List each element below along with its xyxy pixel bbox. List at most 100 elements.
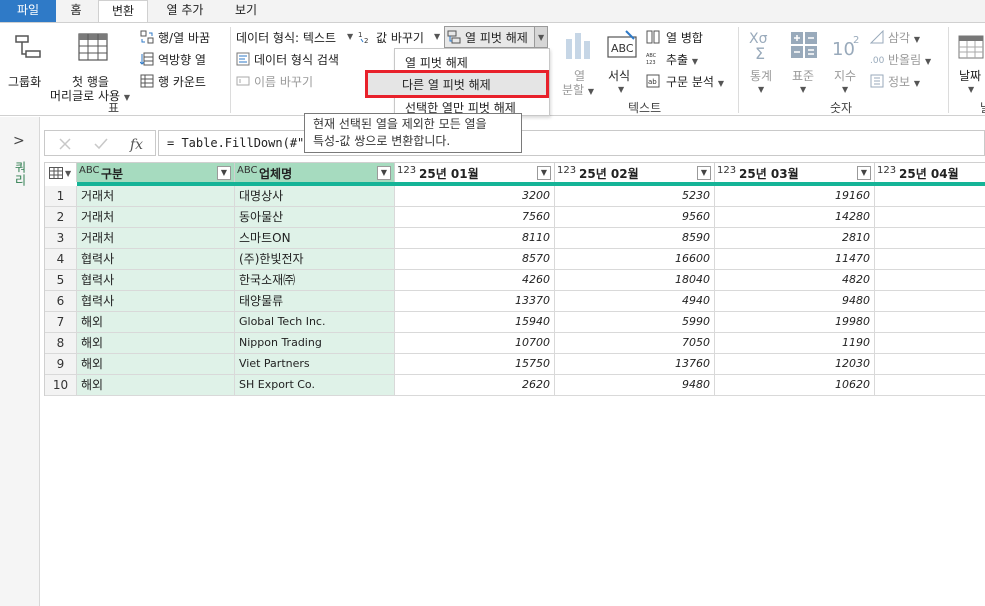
row-number[interactable]: 8 <box>45 333 77 354</box>
table-row[interactable]: 3 거래처 스마트ON 8110 8590 2810 <box>45 228 985 249</box>
cell-month-04[interactable] <box>875 291 985 312</box>
cell-company[interactable]: 대명상사 <box>235 186 395 207</box>
row-number[interactable]: 1 <box>45 186 77 207</box>
cell-month-01[interactable]: 15940 <box>395 312 555 333</box>
tab-transform[interactable]: 변환 <box>98 0 148 23</box>
detect-data-type-button[interactable]: 데이터 형식 검색 <box>236 51 358 69</box>
column-header-month-03[interactable]: 123 25년 03월 ▼ <box>715 162 875 182</box>
cell-month-01[interactable]: 7560 <box>395 207 555 228</box>
tab-file[interactable]: 파일 <box>0 0 56 22</box>
cell-company[interactable]: SH Export Co. <box>235 375 395 396</box>
cell-month-03[interactable]: 11470 <box>715 249 875 270</box>
table-row[interactable]: 10 해외 SH Export Co. 2620 9480 10620 <box>45 375 985 396</box>
cell-category[interactable]: 해외 <box>77 375 235 396</box>
cell-month-01[interactable]: 15750 <box>395 354 555 375</box>
commit-icon[interactable] <box>93 136 109 152</box>
group-by-button[interactable]: 그룹화 <box>4 31 50 89</box>
scientific-button[interactable]: 10 2 지수 ▼ <box>826 29 866 95</box>
row-number[interactable]: 6 <box>45 291 77 312</box>
cell-month-04[interactable] <box>875 354 985 375</box>
cell-month-01[interactable]: 13370 <box>395 291 555 312</box>
rename-button[interactable]: 이름 바꾸기 <box>236 73 326 91</box>
merge-columns-button[interactable]: 열 병합 <box>646 29 726 47</box>
reverse-rows-button[interactable]: 역방향 열 <box>140 51 228 69</box>
cell-company[interactable]: 태양물류 <box>235 291 395 312</box>
table-row[interactable]: 1 거래처 대명상사 3200 5230 19160 <box>45 186 985 207</box>
tab-view[interactable]: 보기 <box>226 0 266 22</box>
row-number[interactable]: 3 <box>45 228 77 249</box>
table-row[interactable]: 2 거래처 동아물산 7560 9560 14280 <box>45 207 985 228</box>
extract-button[interactable]: ABC 123 추출 ▼ <box>646 51 726 69</box>
cell-category[interactable]: 거래처 <box>77 228 235 249</box>
cell-month-01[interactable]: 3200 <box>395 186 555 207</box>
row-number[interactable]: 7 <box>45 312 77 333</box>
cell-month-01[interactable]: 4260 <box>395 270 555 291</box>
cell-month-01[interactable]: 10700 <box>395 333 555 354</box>
replace-values-button[interactable]: 12 값 바꾸기 ▼ <box>358 29 444 47</box>
cell-month-03[interactable]: 4820 <box>715 270 875 291</box>
table-row[interactable]: 6 협력사 태양물류 13370 4940 9480 <box>45 291 985 312</box>
table-menu-corner[interactable]: ▼ <box>45 162 77 182</box>
function-icon[interactable]: fx <box>129 135 147 153</box>
column-header-month-01[interactable]: 123 25년 01월 ▼ <box>395 162 555 182</box>
use-first-row-headers-button[interactable]: 첫 행을 머리글로 사용 ▼ <box>50 31 136 103</box>
formula-input[interactable]: = Table.FillDown(#"변 <box>158 130 985 156</box>
cell-company[interactable]: 동아물산 <box>235 207 395 228</box>
cell-category[interactable]: 해외 <box>77 354 235 375</box>
cell-month-02[interactable]: 7050 <box>555 333 715 354</box>
column-filter-button[interactable]: ▼ <box>857 166 871 180</box>
cell-category[interactable]: 해외 <box>77 333 235 354</box>
cell-month-04[interactable] <box>875 333 985 354</box>
column-header-month-04[interactable]: 123 25년 04월 <box>875 162 985 182</box>
cell-month-04[interactable] <box>875 375 985 396</box>
statistics-button[interactable]: Xσ Σ 통계 ▼ <box>742 29 782 95</box>
cell-company[interactable]: 스마트ON <box>235 228 395 249</box>
column-header-category[interactable]: ABC 구분 ▼ <box>77 162 235 182</box>
column-header-month-02[interactable]: 123 25년 02월 ▼ <box>555 162 715 182</box>
tab-home[interactable]: 홈 <box>58 0 94 22</box>
cell-month-03[interactable]: 2810 <box>715 228 875 249</box>
column-filter-button[interactable]: ▼ <box>217 166 231 180</box>
table-row[interactable]: 8 해외 Nippon Trading 10700 7050 1190 <box>45 333 985 354</box>
cell-category[interactable]: 협력사 <box>77 249 235 270</box>
cell-company[interactable]: 한국소재㈜ <box>235 270 395 291</box>
table-row[interactable]: 4 협력사 (주)한빛전자 8570 16600 11470 <box>45 249 985 270</box>
column-header-company[interactable]: ABC 업체명 ▼ <box>235 162 395 182</box>
cell-month-02[interactable]: 5230 <box>555 186 715 207</box>
cell-category[interactable]: 협력사 <box>77 270 235 291</box>
chevron-right-icon[interactable]: > <box>13 133 25 149</box>
cell-month-03[interactable]: 9480 <box>715 291 875 312</box>
table-row[interactable]: 7 해외 Global Tech Inc. 15940 5990 19980 <box>45 312 985 333</box>
cell-company[interactable]: Nippon Trading <box>235 333 395 354</box>
cell-month-02[interactable]: 9560 <box>555 207 715 228</box>
menu-item-unpivot-columns[interactable]: 열 피벗 해제 <box>405 54 468 71</box>
cell-company[interactable]: (주)한빛전자 <box>235 249 395 270</box>
cell-month-04[interactable] <box>875 186 985 207</box>
transpose-button[interactable]: 행/열 바꿈 <box>140 29 228 47</box>
cell-month-03[interactable]: 12030 <box>715 354 875 375</box>
cell-month-02[interactable]: 5990 <box>555 312 715 333</box>
cell-month-04[interactable] <box>875 249 985 270</box>
cell-category[interactable]: 협력사 <box>77 291 235 312</box>
cell-category[interactable]: 해외 <box>77 312 235 333</box>
cell-category[interactable]: 거래처 <box>77 207 235 228</box>
cell-company[interactable]: Global Tech Inc. <box>235 312 395 333</box>
standard-button[interactable]: 표준 ▼ <box>784 29 824 95</box>
table-row[interactable]: 5 협력사 한국소재㈜ 4260 18040 4820 <box>45 270 985 291</box>
row-number[interactable]: 10 <box>45 375 77 396</box>
cell-month-02[interactable]: 16600 <box>555 249 715 270</box>
queries-pane-label[interactable]: 쿼리 <box>12 161 29 187</box>
column-filter-button[interactable]: ▼ <box>697 166 711 180</box>
tab-add-column[interactable]: 열 추가 <box>158 0 212 22</box>
rounding-button[interactable]: .00 반올림 ▼ <box>870 51 942 69</box>
cancel-icon[interactable] <box>57 136 73 152</box>
data-type-dropdown[interactable]: 데이터 형식: 텍스트 ▼ <box>236 29 356 47</box>
cell-company[interactable]: Viet Partners <box>235 354 395 375</box>
cell-month-02[interactable]: 18040 <box>555 270 715 291</box>
count-rows-button[interactable]: 행 카운트 <box>140 73 228 91</box>
trigonometry-button[interactable]: 삼각 ▼ <box>870 29 942 47</box>
cell-month-04[interactable] <box>875 312 985 333</box>
row-number[interactable]: 9 <box>45 354 77 375</box>
cell-month-02[interactable]: 8590 <box>555 228 715 249</box>
column-filter-button[interactable]: ▼ <box>537 166 551 180</box>
